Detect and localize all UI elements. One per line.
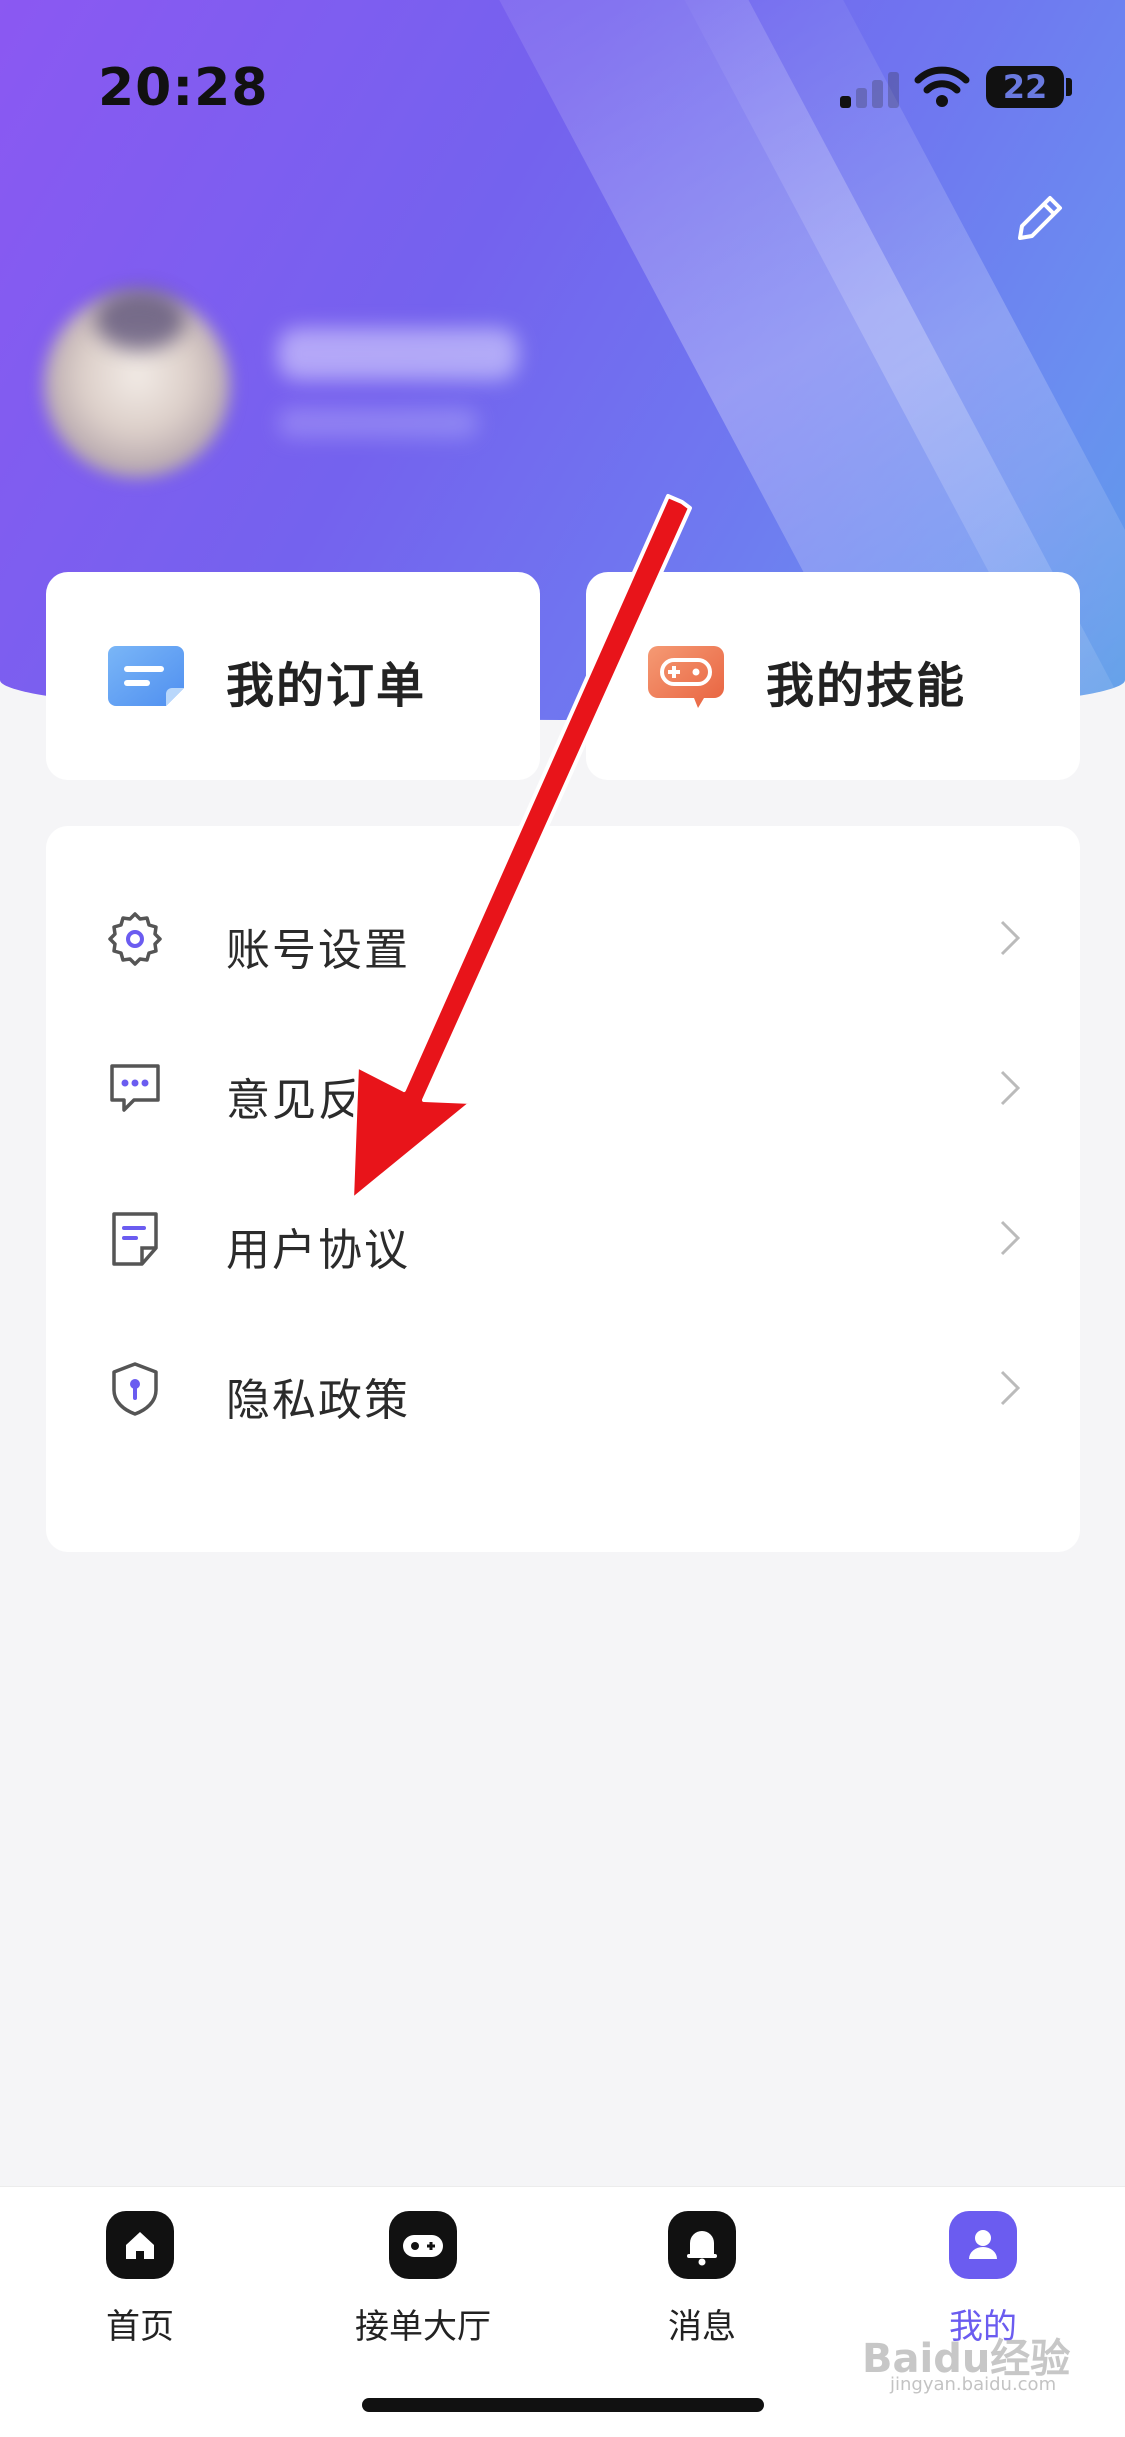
menu-label: 账号设置 [226, 925, 410, 976]
chevron-right-icon [1000, 920, 1021, 956]
settings-menu: 账号设置 意见反 用户协议 隐私政策 [46, 826, 1080, 1552]
my-skills-label: 我的技能 [766, 658, 967, 714]
avatar-hair-blur [95, 290, 185, 350]
bell-icon [668, 2211, 736, 2279]
menu-item-feedback[interactable]: 意见反 [46, 1014, 1080, 1164]
user-subtitle-blurred [278, 408, 478, 438]
menu-item-privacy-policy[interactable]: 隐私政策 [46, 1314, 1080, 1464]
menu-item-user-agreement[interactable]: 用户协议 [46, 1164, 1080, 1314]
menu-item-account-settings[interactable]: 账号设置 [46, 864, 1080, 1014]
home-icon [106, 2211, 174, 2279]
pencil-icon[interactable] [1010, 188, 1070, 248]
cellular-signal-icon [840, 66, 900, 108]
order-list-icon [108, 646, 184, 706]
tab-order-hall[interactable]: 接单大厅 [313, 2211, 533, 2361]
menu-label: 意见反 [226, 1075, 364, 1126]
my-orders-card[interactable]: 我的订单 [46, 572, 540, 780]
tab-messages[interactable]: 消息 [592, 2211, 812, 2361]
shield-key-icon [112, 1362, 158, 1416]
tab-label: 消息 [668, 2307, 736, 2347]
gamepad-chat-icon [648, 646, 724, 708]
chevron-right-icon [1000, 1070, 1021, 1106]
battery-tip [1066, 78, 1072, 96]
status-time: 20:28 [98, 58, 269, 118]
tab-label: 首页 [106, 2307, 174, 2347]
gamepad-icon [389, 2211, 457, 2279]
battery-indicator: 22 [986, 66, 1064, 108]
tab-label: 接单大厅 [355, 2307, 491, 2347]
person-icon [949, 2211, 1017, 2279]
menu-label: 隐私政策 [226, 1375, 410, 1426]
document-icon [112, 1212, 158, 1266]
tab-home[interactable]: 首页 [30, 2211, 250, 2361]
feedback-chat-icon [110, 1064, 160, 1112]
chevron-right-icon [1000, 1220, 1021, 1256]
baidu-watermark-url: jingyan.baidu.com [890, 2374, 1057, 2395]
gear-icon [108, 912, 162, 966]
menu-label: 用户协议 [226, 1225, 410, 1276]
user-name-blurred [278, 328, 518, 380]
my-orders-label: 我的订单 [226, 658, 427, 714]
wifi-icon [914, 66, 970, 107]
chevron-right-icon [1000, 1370, 1021, 1406]
my-skills-card[interactable]: 我的技能 [586, 572, 1080, 780]
home-indicator[interactable] [362, 2398, 764, 2412]
